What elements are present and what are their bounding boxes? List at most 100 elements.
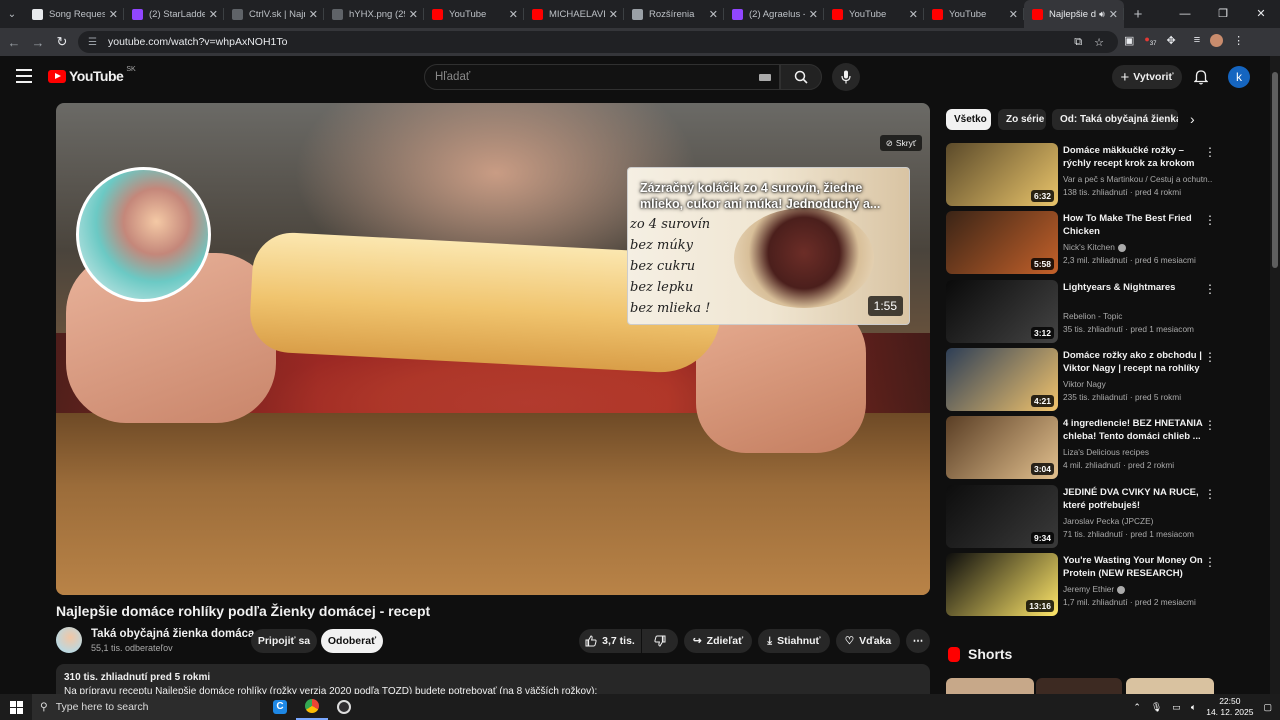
reload-icon[interactable]: ↻	[50, 34, 74, 50]
recommended-video[interactable]: 6:32 Domáce mäkkučké rožky – rýchly recep…	[946, 143, 1216, 207]
video-channel[interactable]: Viktor Nagy	[1063, 379, 1213, 389]
video-channel[interactable]: Jaroslav Pecka (JPCZE)	[1063, 516, 1213, 526]
more-vertical-icon[interactable]: ⋮	[1204, 213, 1216, 227]
browser-tab[interactable]: hYHX.png (292 ✕	[324, 0, 424, 28]
menu-icon[interactable]	[16, 69, 32, 83]
subscribe-button[interactable]: Odoberať	[321, 629, 383, 653]
video-channel[interactable]: Jeremy Ethier	[1063, 584, 1213, 594]
dislike-button[interactable]	[642, 629, 678, 653]
browser-tab[interactable]: (2) StarLadder_ ✕	[124, 0, 224, 28]
page-scrollbar[interactable]	[1270, 56, 1280, 694]
taskbar-app-obs[interactable]	[328, 694, 360, 720]
search-button[interactable]	[780, 64, 822, 90]
video-channel[interactable]: Rebelion - Topic	[1063, 311, 1213, 321]
tab-close-icon[interactable]: ✕	[109, 8, 118, 21]
tab-close-icon[interactable]: ✕	[809, 8, 818, 21]
chips-next-icon[interactable]: ›	[1190, 111, 1195, 127]
video-channel[interactable]: Liza's Delicious recipes	[1063, 447, 1213, 457]
account-avatar[interactable]: k	[1228, 66, 1250, 88]
extension-badge-icon[interactable]: ●37	[1144, 34, 1156, 47]
taskbar-clock[interactable]: 22:50 14. 12. 2025	[1206, 696, 1253, 718]
video-thumbnail[interactable]: 9:34	[946, 485, 1058, 548]
minimize-button[interactable]: —	[1166, 0, 1204, 28]
recommended-video[interactable]: 13:16 You're Wasting Your Money On Protei…	[946, 553, 1216, 617]
volume-icon[interactable]: 🔈︎	[1191, 702, 1196, 713]
taskbar-search[interactable]: ⚲ Type here to search	[32, 694, 260, 720]
channel-avatar[interactable]	[56, 627, 82, 653]
short-thumbnail[interactable]	[946, 678, 1034, 694]
channel-name[interactable]: Taká obyčajná žienka domáca	[91, 628, 254, 640]
browser-tab[interactable]: YouTube ✕	[824, 0, 924, 28]
browser-tab[interactable]: YouTube ✕	[424, 0, 524, 28]
browser-tab[interactable]: Rozšírenia ✕	[624, 0, 724, 28]
video-channel[interactable]: Nick's Kitchen	[1063, 242, 1213, 252]
forward-icon[interactable]: →	[26, 35, 50, 50]
start-button[interactable]	[0, 694, 32, 720]
recommended-video[interactable]: 3:04 4 ingrediencie! BEZ HNETANIA chleba!…	[946, 416, 1216, 480]
short-thumbnail[interactable]	[1036, 678, 1122, 694]
tab-close-icon[interactable]: ✕	[309, 8, 318, 21]
notification-center-icon[interactable]: ▢	[1263, 702, 1272, 713]
tab-close-icon[interactable]: ✕	[209, 8, 218, 21]
more-vertical-icon[interactable]: ⋮	[1204, 555, 1216, 569]
chip-all[interactable]: Všetko	[946, 109, 991, 130]
tab-close-icon[interactable]: ✕	[409, 8, 418, 21]
more-vertical-icon[interactable]: ⋮	[1204, 350, 1216, 364]
taskbar-app-chrome[interactable]	[296, 694, 328, 720]
taskbar-app-c[interactable]: C	[264, 694, 296, 720]
share-button[interactable]: ↪ Zdieľať	[684, 629, 752, 653]
more-vertical-icon[interactable]: ⋮	[1204, 282, 1216, 296]
create-button[interactable]: + Vytvoriť	[1112, 65, 1182, 89]
recommended-video[interactable]: 4:21 Domáce rožky ako z obchodu | Viktor …	[946, 348, 1216, 412]
bookmark-star-icon[interactable]: ☆	[1094, 36, 1104, 49]
video-title[interactable]: Domáce rožky ako z obchodu | Viktor Nagy…	[1063, 349, 1213, 375]
browser-tab[interactable]: Najlepšie d 🔊︎ ✕	[1024, 0, 1124, 28]
thanks-button[interactable]: ♡ Vďaka	[836, 629, 900, 653]
notifications-button[interactable]	[1191, 67, 1211, 87]
search-input[interactable]	[435, 71, 745, 83]
new-tab-button[interactable]: +	[1124, 6, 1152, 23]
chip-from-channel[interactable]: Od: Taká obyčajná žienka d	[1052, 109, 1178, 130]
video-thumbnail[interactable]: 13:16	[946, 553, 1058, 616]
extensions-puzzle-icon[interactable]: ✥	[1167, 34, 1176, 47]
chip-series[interactable]: Zo série	[998, 109, 1046, 130]
video-thumbnail[interactable]: 3:12	[946, 280, 1058, 343]
video-thumbnail[interactable]: 3:04	[946, 416, 1058, 479]
tab-close-icon[interactable]: ✕	[1009, 8, 1018, 21]
tab-close-icon[interactable]: ✕	[1109, 8, 1118, 21]
media-controls-icon[interactable]: ≡	[1194, 34, 1200, 47]
video-title[interactable]: Lightyears & Nightmares	[1063, 281, 1213, 294]
tab-close-icon[interactable]: ✕	[509, 8, 518, 21]
download-button[interactable]: ⤓ Stiahnuť	[758, 629, 830, 653]
more-vertical-icon[interactable]: ⋮	[1204, 418, 1216, 432]
url-bar[interactable]: ☰ youtube.com/watch?v=whpAxNOH1To ⧉ ☆	[78, 31, 1118, 53]
more-vertical-icon[interactable]: ⋮	[1204, 145, 1216, 159]
hide-endcards-button[interactable]: ⊘ Skryť	[879, 135, 922, 151]
browser-menu-icon[interactable]: ⋮	[1233, 34, 1244, 47]
tab-close-icon[interactable]: ✕	[609, 8, 618, 21]
browser-tab[interactable]: MICHAELAVER ✕	[524, 0, 624, 28]
microphone-tray-icon[interactable]: 🎙︎	[1151, 702, 1162, 713]
channel-watermark[interactable]	[76, 167, 211, 302]
tab-audio-icon[interactable]: 🔊︎	[1099, 9, 1105, 20]
video-thumbnail[interactable]: 4:21	[946, 348, 1058, 411]
browser-tab[interactable]: (2) Agraelus - T ✕	[724, 0, 824, 28]
video-channel[interactable]: Var a peč s Martinkou / Cestuj a ochutn.…	[1063, 174, 1213, 184]
site-info-icon[interactable]: ☰	[88, 37, 100, 48]
browser-tab[interactable]: CtrlV.sk | Najry ✕	[224, 0, 324, 28]
install-app-icon[interactable]: ⧉	[1074, 36, 1082, 49]
extension-icon[interactable]: ▣	[1124, 34, 1134, 47]
network-icon[interactable]: ▭	[1172, 702, 1181, 713]
video-thumbnail[interactable]: 5:58	[946, 211, 1058, 274]
recommended-video[interactable]: 9:34 JEDINÉ DVA CVIKY NA RUCE, které potř…	[946, 485, 1216, 549]
restore-button[interactable]: ❐	[1204, 0, 1242, 28]
scrollbar-thumb[interactable]	[1272, 72, 1278, 268]
video-thumbnail[interactable]: 6:32	[946, 143, 1058, 206]
profile-avatar-icon[interactable]	[1210, 34, 1224, 47]
video-title[interactable]: 4 ingrediencie! BEZ HNETANIA chleba! Ten…	[1063, 417, 1213, 443]
video-title[interactable]: How To Make The Best Fried Chicken	[1063, 212, 1213, 238]
video-title[interactable]: You're Wasting Your Money On Protein (NE…	[1063, 554, 1213, 580]
video-title[interactable]: JEDINÉ DVA CVIKY NA RUCE, které potřebuj…	[1063, 486, 1213, 512]
back-icon[interactable]: ←	[2, 35, 26, 50]
video-player[interactable]: ⊘ Skryť zo 4 surovín bez múky bez cukru bez…	[56, 103, 930, 595]
